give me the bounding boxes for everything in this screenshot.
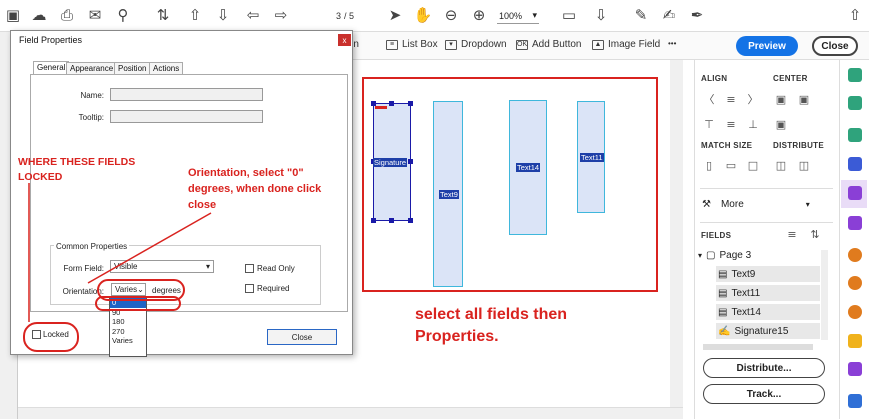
fields-heading: FIELDS	[701, 231, 732, 240]
edit-pdf-icon[interactable]	[848, 128, 862, 142]
export-pdf-icon[interactable]	[848, 68, 862, 82]
match-both-icon[interactable]: □	[746, 160, 760, 172]
center-horizontal-icon[interactable]: ▣	[774, 94, 788, 106]
fill-sign-icon[interactable]	[848, 216, 862, 230]
align-heading: ALIGN	[701, 74, 728, 83]
field-list-item[interactable]: ✍ Signature15	[718, 326, 788, 337]
prepare-form-icon[interactable]	[848, 186, 862, 200]
align-middle-icon[interactable]: ≡	[724, 119, 738, 131]
orientation-arrow-line	[87, 212, 212, 284]
tools-icon: ⚒	[702, 199, 711, 210]
field-item-label: Signature15	[734, 326, 789, 337]
page-icon: ▢	[706, 250, 716, 261]
distribute-button[interactable]: Distribute...	[703, 358, 825, 378]
field-item-label: Text14	[731, 307, 761, 318]
track-button[interactable]: Track...	[703, 384, 825, 404]
match-size-heading: MATCH SIZE	[701, 141, 753, 150]
align-top-icon[interactable]: ⊤	[702, 119, 716, 131]
center-both-icon[interactable]: ▣	[774, 119, 788, 131]
optimize-icon[interactable]	[848, 305, 862, 319]
text-field-icon: ▤	[718, 269, 728, 280]
divider	[700, 188, 833, 189]
text-field-icon: ▤	[718, 288, 728, 299]
distribute-horizontal-icon[interactable]: ◫	[774, 160, 788, 172]
chevron-down-icon: ▾	[698, 251, 703, 260]
field-list-item[interactable]: ▤ Text14	[718, 307, 761, 318]
signature-field-icon: ✍	[718, 326, 731, 337]
sort-icon[interactable]: ≡	[785, 229, 799, 241]
send-sign-icon[interactable]	[848, 362, 862, 376]
comment-tool-icon[interactable]	[848, 334, 862, 348]
more-label: More	[720, 199, 744, 210]
align-center-icon[interactable]: ≡	[724, 94, 738, 106]
field-list-item[interactable]: ▤ Text9	[718, 269, 755, 280]
match-height-icon[interactable]: ▭	[724, 160, 738, 172]
align-left-icon[interactable]: 〈	[702, 94, 716, 106]
field-list-item[interactable]: ▤ Text11	[718, 288, 760, 299]
page-node-label: Page 3	[719, 250, 752, 261]
fields-hscrollbar[interactable]	[703, 344, 813, 350]
create-pdf-icon[interactable]	[848, 96, 862, 110]
match-width-icon[interactable]: ▯	[702, 160, 716, 172]
align-bottom-icon[interactable]: ⊥	[746, 119, 760, 131]
distribute-heading: DISTRIBUTE	[773, 141, 824, 150]
center-heading: CENTER	[773, 74, 808, 83]
sort-order-icon[interactable]: ⇅	[808, 229, 822, 241]
divider	[700, 222, 833, 223]
center-vertical-icon[interactable]: ▣	[797, 94, 811, 106]
protect-icon[interactable]	[848, 157, 862, 171]
field-item-label: Text9	[731, 269, 756, 280]
fields-scrollbar[interactable]	[821, 250, 828, 340]
action-wizard-icon[interactable]	[848, 276, 862, 290]
text-field-icon: ▤	[718, 307, 728, 318]
stamp-icon[interactable]	[848, 248, 862, 262]
field-item-label: Text11	[731, 288, 761, 299]
page-node[interactable]: ▾ ▢ Page 3	[698, 250, 751, 261]
more-tools-icon[interactable]	[848, 394, 862, 408]
chevron-down-icon: ▾	[805, 200, 810, 209]
more-tools-row[interactable]: ⚒ More ▾	[702, 199, 810, 210]
align-right-icon[interactable]: 〉	[746, 94, 760, 106]
distribute-vertical-icon[interactable]: ◫	[797, 160, 811, 172]
